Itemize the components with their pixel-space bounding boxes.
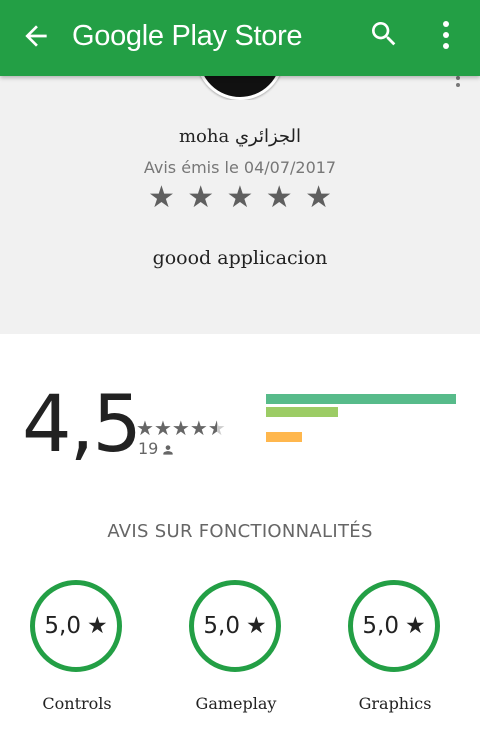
feature-label: Graphics [358,694,432,713]
average-stars: ★★★★★ [136,416,226,440]
app-bar: Google Play Store [0,0,480,76]
rating-summary: 4,5 ★★★★★ 19 AVIS SUR FONCTIONNALITÉS 5,… [0,334,480,756]
app-title: Google Play Store [72,20,303,52]
review-more-icon[interactable] [452,76,464,90]
feature-label: Gameplay [195,694,277,713]
feature-score-ring: 5,0 ★ [348,580,440,672]
feature-gameplay[interactable]: 5,0 ★ Gameplay [181,580,291,730]
review-text: goood applicacion [152,247,328,269]
star-icon: ★ [86,613,108,639]
rating-distribution [266,394,458,444]
feature-graphics[interactable]: 5,0 ★ Graphics [340,580,450,730]
half-star-icon: ★ [207,416,226,440]
average-score: 4,5 [22,380,142,470]
star-icon: ★ [305,180,332,215]
search-icon[interactable] [368,18,400,50]
review-count: 19 [138,438,175,460]
review-card: moha الجزائري Avis émis le 04/07/2017 ★ … [0,40,480,334]
review-stars: ★ ★ ★ ★ ★ [148,178,332,218]
feature-score-ring: 5,0 ★ [30,580,122,672]
star-icon: ★ [226,180,254,215]
reviewer-name: moha الجزائري [178,126,302,147]
rating-bar-2-stars [266,431,302,442]
feature-score-ring: 5,0 ★ [189,580,281,672]
star-icon: ★ [153,416,172,440]
star-icon: ★ [245,613,267,639]
feature-score: 5,0 [362,613,399,639]
more-vert-icon[interactable] [436,18,456,52]
features-title: AVIS SUR FONCTIONNALITÉS [107,521,373,542]
arrow-back-icon[interactable] [20,20,52,52]
star-icon: ★ [148,180,175,215]
star-icon: ★ [136,416,154,440]
feature-score: 5,0 [44,613,81,639]
rating-bar-4-stars [266,406,338,417]
rating-bar-5-stars [266,394,456,404]
feature-controls[interactable]: 5,0 ★ Controls [22,580,132,730]
feature-label: Controls [42,694,112,713]
feature-score: 5,0 [203,613,240,639]
person-icon [163,444,174,455]
review-count-value: 19 [138,439,159,458]
star-icon: ★ [265,180,293,215]
star-icon: ★ [187,180,215,215]
review-date: Avis émis le 04/07/2017 [143,158,337,177]
star-icon: ★ [171,416,190,440]
star-icon: ★ [404,613,426,639]
star-icon: ★ [189,416,208,440]
